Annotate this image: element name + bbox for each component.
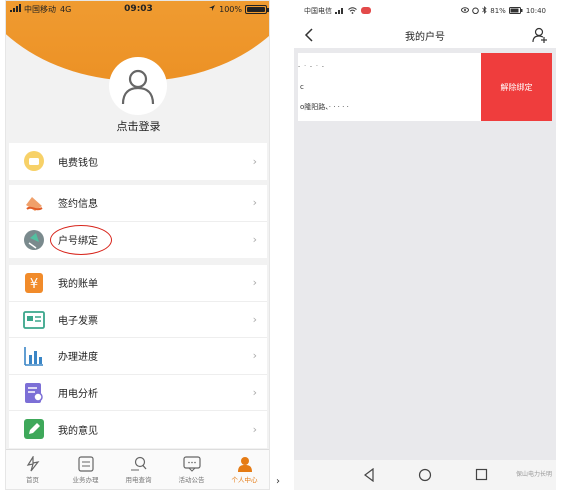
menu-item-progress[interactable]: 办理进度 › bbox=[9, 338, 267, 375]
menu-item-label: 电费钱包 bbox=[58, 157, 98, 169]
bottom-tab-bar: 首页 业务办理 用电查询 活动公告 个人中心 bbox=[6, 449, 269, 489]
login-link[interactable]: 点击登录 bbox=[6, 118, 269, 134]
status-bar: 中国电信 81% 10:40 bbox=[294, 0, 556, 22]
recent-apps-icon[interactable] bbox=[475, 468, 488, 481]
tab-query[interactable]: 用电查询 bbox=[112, 450, 165, 489]
chevron-right-icon: › bbox=[252, 276, 257, 290]
chevron-right-icon: › bbox=[252, 233, 257, 247]
tab-business[interactable]: 业务办理 bbox=[59, 450, 112, 489]
watermark: 保山电力长明 bbox=[515, 471, 552, 478]
menu-item-label: 用电分析 bbox=[58, 388, 98, 400]
status-time: 09:03 bbox=[124, 4, 153, 14]
alarm-icon bbox=[472, 7, 480, 16]
menu-item-analysis[interactable]: 用电分析 › bbox=[9, 375, 267, 411]
menu-item-account-binding[interactable]: 户号绑定 › bbox=[9, 222, 267, 259]
contract-card: 签约信息 › 户号绑定 › bbox=[9, 185, 267, 258]
navigation-bar: 我的户号 bbox=[294, 22, 556, 48]
add-user-icon[interactable] bbox=[532, 26, 548, 44]
tab-label: 个人中心 bbox=[231, 475, 258, 484]
tab-personal-center[interactable]: 个人中心 bbox=[218, 450, 269, 489]
service-card: ¥ 我的账单 › 电子发票 › 办理进度 › 用电分析 › 我的意见 › bbox=[9, 265, 267, 448]
tab-notice[interactable]: 活动公告 bbox=[165, 450, 218, 489]
tab-home[interactable]: 首页 bbox=[6, 450, 59, 489]
separator-mark: › bbox=[276, 476, 280, 487]
page-title: 我的户号 bbox=[405, 32, 445, 43]
menu-item-label: 办理进度 bbox=[58, 352, 98, 364]
signal-icon bbox=[335, 7, 345, 16]
back-triangle-icon[interactable] bbox=[363, 468, 375, 482]
home-icon bbox=[26, 455, 39, 471]
status-time: 10:40 bbox=[525, 7, 546, 15]
menu-item-wallet[interactable]: 电费钱包 › bbox=[9, 143, 267, 180]
menu-item-label: 签约信息 bbox=[58, 199, 98, 211]
unbind-button[interactable]: 解除绑定 bbox=[481, 53, 552, 121]
svg-text:¥: ¥ bbox=[30, 277, 38, 292]
left-phone-screen: 中国移动 4G 09:03 100% 点击登录 电费钱包 › 签约信息 › 户号… bbox=[5, 0, 270, 490]
invoice-icon bbox=[23, 310, 45, 329]
user-avatar-icon bbox=[121, 69, 155, 105]
menu-item-label: 我的意见 bbox=[58, 425, 98, 437]
system-navigation-bar: 保山电力长明 bbox=[294, 460, 556, 490]
sign-icon bbox=[26, 197, 43, 211]
wallet-icon bbox=[24, 151, 44, 171]
bind-icon bbox=[24, 229, 44, 250]
tab-label: 首页 bbox=[26, 475, 39, 484]
tab-label: 业务办理 bbox=[72, 475, 99, 484]
status-bar: 中国移动 4G 09:03 100% bbox=[6, 1, 269, 17]
wifi-icon bbox=[348, 6, 357, 16]
chevron-right-icon: › bbox=[252, 385, 257, 399]
business-icon bbox=[77, 455, 94, 472]
menu-item-invoice[interactable]: 电子发票 › bbox=[9, 302, 267, 338]
carrier-name: 中国电信 bbox=[304, 7, 332, 15]
bill-icon: ¥ bbox=[25, 273, 43, 293]
chevron-right-icon: › bbox=[252, 422, 257, 436]
bluetooth-icon bbox=[482, 6, 487, 16]
chevron-right-icon: › bbox=[252, 312, 257, 326]
menu-item-label: 我的账单 bbox=[58, 279, 98, 291]
eye-icon bbox=[461, 7, 470, 15]
battery-percent: 81% bbox=[490, 7, 506, 15]
query-icon bbox=[130, 456, 146, 470]
menu-item-bill[interactable]: ¥ 我的账单 › bbox=[9, 265, 267, 302]
notification-badge-icon bbox=[361, 6, 371, 16]
menu-item-contract[interactable]: 签约信息 › bbox=[9, 185, 267, 222]
account-number-text: - · - · - bbox=[298, 63, 325, 70]
analysis-icon bbox=[25, 382, 43, 403]
chevron-right-icon: › bbox=[252, 196, 257, 210]
account-name-text: c bbox=[300, 83, 304, 91]
battery-icon bbox=[245, 4, 269, 14]
highlight-annotation-circle bbox=[50, 225, 112, 255]
wallet-card: 电费钱包 › bbox=[9, 143, 267, 180]
feedback-icon bbox=[24, 419, 44, 439]
right-phone-screen: 中国电信 81% 10:40 我的户号 - · - · - c o隆阳路、· ·… bbox=[294, 0, 556, 490]
person-icon bbox=[237, 456, 252, 472]
battery-icon bbox=[508, 6, 523, 16]
progress-icon bbox=[24, 347, 43, 366]
avatar[interactable] bbox=[109, 57, 167, 115]
account-list-item[interactable]: - · - · - c o隆阳路、· · · · · 解除绑定 bbox=[298, 53, 552, 121]
chevron-right-icon: › bbox=[252, 154, 257, 168]
chevron-right-icon: › bbox=[252, 349, 257, 363]
tab-label: 活动公告 bbox=[178, 475, 205, 484]
home-circle-icon[interactable] bbox=[418, 468, 432, 482]
notice-icon bbox=[182, 455, 201, 472]
menu-item-label: 电子发票 bbox=[58, 315, 98, 327]
menu-item-feedback[interactable]: 我的意见 › bbox=[9, 411, 267, 448]
tab-label: 用电查询 bbox=[125, 475, 152, 484]
account-address-text: o隆阳路、· · · · · bbox=[300, 103, 349, 111]
